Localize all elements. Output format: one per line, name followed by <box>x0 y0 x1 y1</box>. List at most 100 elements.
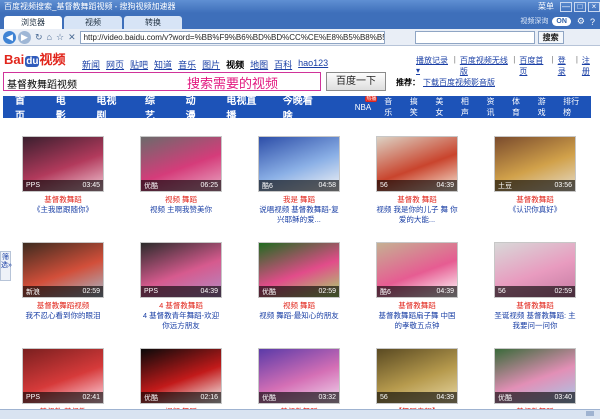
video-item[interactable]: PPS 03:45 基督教舞蹈 《主我愿跟随你》 <box>22 136 104 215</box>
back-icon[interactable]: ◀ <box>3 30 16 44</box>
video-item[interactable]: PPS 04:39 4 基督教舞蹈 4 基督教青年舞蹈-欢迎你远方朋友 <box>140 242 222 331</box>
video-title[interactable]: 4 基督教舞蹈 4 基督教青年舞蹈-欢迎你远方朋友 <box>140 301 222 331</box>
subcategory-tab[interactable]: 音乐 <box>384 96 397 118</box>
video-thumbnail[interactable]: 56 02:59 <box>494 242 576 298</box>
subcategory-tab[interactable]: 游戏 <box>538 96 551 118</box>
category-tab[interactable]: 电视剧 <box>96 92 120 122</box>
star-icon[interactable]: ☆ <box>56 32 64 43</box>
help-icon[interactable]: ? <box>590 17 595 27</box>
video-accel-label: 视频深询 <box>520 18 549 25</box>
stop-icon[interactable]: ✕ <box>68 32 76 43</box>
video-item[interactable]: 56 04:39 基督教 舞蹈 视频 我是你的儿子 舞 你爱的大能... <box>376 136 458 225</box>
video-thumbnail[interactable]: 优酷 06:25 <box>140 136 222 192</box>
thumbnail-caption: 优酷 03:32 <box>259 392 339 403</box>
subcategory-tab[interactable]: 排行榜 <box>563 96 582 118</box>
video-thumbnail[interactable]: 优酷 02:16 <box>140 348 222 404</box>
video-thumbnail[interactable]: 优酷 02:59 <box>258 242 340 298</box>
category-tab[interactable]: 今晚看啥 <box>283 92 314 122</box>
category-tab[interactable]: 首页 <box>15 92 31 122</box>
refresh-icon[interactable]: ↻ <box>35 32 43 43</box>
title-bar: 百度视频搜索_基督教舞蹈视频 - 搜狗视频加速器 菜单 — □ × <box>0 0 600 13</box>
video-thumbnail[interactable]: 土豆 03:56 <box>494 136 576 192</box>
thumbnail-caption: 优酷 02:16 <box>141 392 221 403</box>
category-tab[interactable]: 动漫 <box>186 92 202 122</box>
video-title-text: 基督教舞蹈扇子舞 中国的孝敬五点钟 <box>378 311 456 330</box>
subcategory-tab[interactable]: 美女 <box>435 96 448 118</box>
video-title-keyword: 视频 舞蹈 <box>164 195 198 204</box>
category-tab[interactable]: 电视直播 <box>226 92 257 122</box>
tab-browser[interactable]: 浏览器 <box>4 16 62 29</box>
search-hint: 搜索需要的视频 <box>187 76 279 91</box>
category-tab[interactable]: 综艺 <box>145 92 161 122</box>
video-source: PPS <box>26 394 41 401</box>
video-title[interactable]: 基督教 舞蹈 视频 我是你的儿子 舞 你爱的大能... <box>376 195 458 225</box>
video-title[interactable]: 基督教舞蹈 圣诞视频 基督教舞蹈: 主我要问一问你 <box>494 301 576 331</box>
video-thumbnail[interactable]: 酷6 04:39 <box>376 242 458 298</box>
video-duration: 02:41 <box>82 394 100 401</box>
logo-video: 视频 <box>39 52 66 67</box>
tab-video[interactable]: 视频 <box>64 16 122 29</box>
minimize-button[interactable]: — <box>560 1 572 12</box>
video-title-text: 视频 我是你的儿子 舞 你爱的大能... <box>376 205 458 224</box>
baidu-video-logo[interactable]: Bai du视频 <box>4 49 65 68</box>
subcategory-tab[interactable]: NBA 热播 <box>355 95 378 112</box>
thumbnail-caption: 56 04:39 <box>377 392 457 403</box>
video-title[interactable]: 视频 舞蹈 视频 舞蹈-最知心的朋友 <box>258 301 340 321</box>
close-button[interactable]: × <box>588 1 600 12</box>
toolbar-search-input[interactable] <box>414 30 535 44</box>
address-bar[interactable]: http://video.baidu.com/v?word=%BB%F9%B6%… <box>79 30 385 44</box>
video-thumbnail[interactable]: 56 04:39 <box>376 136 458 192</box>
subcategory-tab[interactable]: 资讯 <box>486 96 499 118</box>
video-title-text: 圣诞视频 基督教舞蹈: 主我要问一问你 <box>494 311 576 330</box>
forward-icon[interactable]: ▶ <box>18 30 31 44</box>
subcategory-tab[interactable]: 搞笑 <box>410 96 423 118</box>
video-title[interactable]: 基督教舞蹈 《主我愿跟随你》 <box>22 195 104 215</box>
video-thumbnail[interactable]: PPS 04:39 <box>140 242 222 298</box>
rec-link[interactable]: 下载百度视频影音版 <box>423 78 495 87</box>
video-item[interactable]: 新浪 02:59 基督教舞蹈视频 我不忍心看到你的眼泪 <box>22 242 104 321</box>
toolbar-search-button[interactable]: 搜索 <box>537 30 564 44</box>
video-title[interactable]: 我是 舞蹈 说唱视频 基督教舞蹈-复兴耶稣的爱... <box>258 195 340 225</box>
thumbnail-caption: PPS 04:39 <box>141 286 221 297</box>
video-thumbnail[interactable]: 酷6 04:58 <box>258 136 340 192</box>
video-thumbnail[interactable]: PPS 03:45 <box>22 136 104 192</box>
maximize-button[interactable]: □ <box>574 1 586 12</box>
video-thumbnail[interactable]: 新浪 02:59 <box>22 242 104 298</box>
category-tab[interactable]: 电影 <box>56 92 72 122</box>
video-source: 优酷 <box>144 394 158 402</box>
subcategory-label: 音乐 <box>384 97 393 117</box>
video-item[interactable]: 优酷 02:59 视频 舞蹈 视频 舞蹈-最知心的朋友 <box>258 242 340 321</box>
subcategory-tab[interactable]: 相声 <box>461 96 474 118</box>
video-item[interactable]: 酷6 04:39 基督教舞蹈 基督教舞蹈扇子舞 中国的孝敬五点钟 <box>376 242 458 331</box>
video-title-keyword: 4 基督教舞蹈 <box>159 301 203 310</box>
scroll-grip[interactable] <box>586 411 594 416</box>
video-item[interactable]: 优酷 06:25 视频 舞蹈 视频 主啊我赞美你 <box>140 136 222 215</box>
gear-icon[interactable]: ⚙ <box>577 16 585 27</box>
menu-button[interactable]: 菜单 <box>538 1 554 12</box>
video-duration: 04:39 <box>436 288 454 295</box>
video-thumbnail[interactable]: 优酷 03:40 <box>494 348 576 404</box>
video-thumbnail[interactable]: PPS 02:41 <box>22 348 104 404</box>
subcategory-tab[interactable]: 体育 <box>512 96 525 118</box>
video-title[interactable]: 视频 舞蹈 视频 主啊我赞美你 <box>140 195 222 215</box>
video-title[interactable]: 基督教舞蹈 《认识你真好》 <box>494 195 576 215</box>
subcategory-label: 资讯 <box>486 97 495 117</box>
video-item[interactable]: 56 02:59 基督教舞蹈 圣诞视频 基督教舞蹈: 主我要问一问你 <box>494 242 576 331</box>
video-thumbnail[interactable]: 优酷 03:32 <box>258 348 340 404</box>
video-item[interactable]: 土豆 03:56 基督教舞蹈 《认识你真好》 <box>494 136 576 215</box>
accel-toggle[interactable]: ON <box>552 17 571 26</box>
tab-convert[interactable]: 转换 <box>124 16 182 29</box>
filter-side-tab[interactable]: 筛选» <box>0 251 12 281</box>
search-button[interactable]: 百度一下 <box>326 72 386 91</box>
video-item[interactable]: 酷6 04:58 我是 舞蹈 说唱视频 基督教舞蹈-复兴耶稣的爱... <box>258 136 340 225</box>
subcategory-label: 游戏 <box>537 97 546 117</box>
video-thumbnail[interactable]: 56 04:39 <box>376 348 458 404</box>
recommendation: 推荐： 下载百度视频影音版 <box>396 77 495 88</box>
thumbnail-caption: 酷6 04:58 <box>259 180 339 191</box>
video-title[interactable]: 基督教舞蹈 基督教舞蹈扇子舞 中国的孝敬五点钟 <box>376 301 458 331</box>
search-input[interactable]: 基督教舞蹈视频 搜索需要的视频 <box>3 72 321 91</box>
home-icon[interactable]: ⌂ <box>47 32 52 42</box>
video-duration: 04:39 <box>436 182 454 189</box>
video-title[interactable]: 基督教舞蹈视频 我不忍心看到你的眼泪 <box>22 301 104 321</box>
video-title-keyword: 基督教舞蹈 <box>516 195 554 204</box>
